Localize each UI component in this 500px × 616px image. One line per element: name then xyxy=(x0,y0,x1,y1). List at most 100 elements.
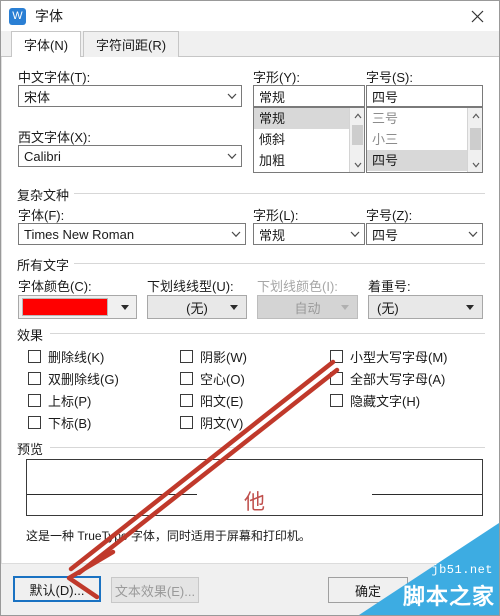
tab-font[interactable]: 字体(N) xyxy=(11,31,82,58)
cs-size-value: 四号 xyxy=(372,227,399,243)
checkbox-label: 隐藏文字(H) xyxy=(350,394,421,409)
cs-style-value: 常规 xyxy=(259,227,286,243)
checkbox-superscript[interactable]: 上标(P) xyxy=(28,391,91,410)
checkbox-label: 阴影(W) xyxy=(200,350,247,365)
font-style-scrollbar[interactable] xyxy=(349,108,364,172)
checkbox-hidden-text[interactable]: 隐藏文字(H) xyxy=(330,391,420,410)
checkbox-subscript[interactable]: 下标(B) xyxy=(28,413,91,432)
preview-sample-text: 他 xyxy=(244,490,265,514)
chevron-down-icon xyxy=(223,86,241,106)
checkbox-engrave[interactable]: 阴文(V) xyxy=(180,413,243,432)
chinese-font-combo[interactable]: 宋体 xyxy=(18,85,242,107)
underline-color-value: 自动 xyxy=(294,300,321,316)
list-item[interactable]: 加粗 xyxy=(254,150,364,171)
group-divider xyxy=(74,263,485,264)
dialog-button-bar: 默认(D)... 文本效果(E)... 确定 xyxy=(1,563,499,615)
font-style-listbox[interactable]: 常规 倾斜 加粗 xyxy=(253,107,365,173)
cs-size-label: 字号(Z): xyxy=(366,208,413,223)
preview-box: 他 xyxy=(26,459,483,516)
checkbox-all-caps[interactable]: 全部大写字母(A) xyxy=(330,369,445,388)
underline-color-dropdown: 自动 xyxy=(257,295,358,319)
emphasis-mark-dropdown[interactable]: (无) xyxy=(368,295,483,319)
font-dialog: 字体 字体(N) 字符间距(R) 中文字体(T): 宋体 西文字体(X): xyxy=(0,0,500,616)
tab-font-label: 字体(N) xyxy=(24,38,69,53)
text-effects-button-label: 文本效果(E)... xyxy=(114,583,196,599)
window-title: 字体 xyxy=(35,8,63,24)
list-item[interactable]: 常规 xyxy=(254,108,364,129)
latin-font-combo[interactable]: Calibri xyxy=(18,145,242,167)
checkbox-label: 全部大写字母(A) xyxy=(350,372,446,387)
underline-style-value: (无) xyxy=(186,300,208,316)
checkbox-label: 小型大写字母(M) xyxy=(350,350,448,365)
checkbox-small-caps[interactable]: 小型大写字母(M) xyxy=(330,347,448,366)
emphasis-mark-label: 着重号: xyxy=(368,279,411,294)
chinese-font-label: 中文字体(T): xyxy=(18,70,91,85)
underline-style-label: 下划线线型(U): xyxy=(147,279,234,294)
checkbox-double-strikethrough[interactable]: 双删除线(G) xyxy=(28,369,119,388)
checkbox-label: 阴文(V) xyxy=(200,416,244,431)
checkbox-label: 空心(O) xyxy=(200,372,245,387)
cs-style-label: 字形(L): xyxy=(253,208,299,223)
cs-font-combo[interactable]: Times New Roman xyxy=(18,223,246,245)
checkbox-label: 删除线(K) xyxy=(48,350,105,365)
scroll-thumb[interactable] xyxy=(352,125,363,145)
group-divider xyxy=(50,333,485,334)
checkbox-icon xyxy=(28,394,41,407)
wps-writer-icon xyxy=(9,7,26,25)
complex-script-group-title: 复杂文种 xyxy=(17,185,74,204)
emphasis-mark-value: (无) xyxy=(377,300,399,316)
ok-button[interactable]: 确定 xyxy=(328,577,408,603)
list-item[interactable]: 四号 xyxy=(367,150,482,171)
font-color-label: 字体颜色(C): xyxy=(18,279,92,294)
close-icon[interactable] xyxy=(455,1,499,31)
underline-color-label: 下划线颜色(I): xyxy=(257,279,338,294)
checkbox-strikethrough[interactable]: 删除线(K) xyxy=(28,347,104,366)
cs-font-value: Times New Roman xyxy=(24,226,135,242)
font-style-value: 常规 xyxy=(259,89,286,105)
scroll-down-icon[interactable] xyxy=(350,157,364,172)
list-item[interactable]: 倾斜 xyxy=(254,129,364,150)
underline-style-dropdown[interactable]: (无) xyxy=(147,295,247,319)
font-color-swatch xyxy=(22,298,108,316)
chevron-down-icon xyxy=(223,146,241,166)
checkbox-icon xyxy=(330,372,343,385)
checkbox-icon xyxy=(180,372,193,385)
group-divider xyxy=(50,447,485,448)
cs-style-combo[interactable]: 常规 xyxy=(253,223,365,245)
font-size-scrollbar[interactable] xyxy=(467,108,482,172)
latin-font-value: Calibri xyxy=(24,148,61,164)
checkbox-emboss[interactable]: 阳文(E) xyxy=(180,391,243,410)
chevron-down-icon xyxy=(121,305,129,310)
list-item[interactable]: 小三 xyxy=(367,129,482,150)
checkbox-label: 阳文(E) xyxy=(200,394,244,409)
ok-button-label: 确定 xyxy=(354,583,381,599)
checkbox-shadow[interactable]: 阴影(W) xyxy=(180,347,247,366)
cs-size-combo[interactable]: 四号 xyxy=(366,223,483,245)
checkbox-icon xyxy=(180,394,193,407)
checkbox-outline[interactable]: 空心(O) xyxy=(180,369,245,388)
chevron-down-icon xyxy=(341,305,349,310)
group-divider xyxy=(74,193,485,194)
chevron-down-icon xyxy=(464,224,482,244)
checkbox-icon xyxy=(330,394,343,407)
title-bar: 字体 xyxy=(1,1,499,31)
font-size-input[interactable]: 四号 xyxy=(366,85,483,107)
default-button[interactable]: 默认(D)... xyxy=(13,576,101,602)
list-item[interactable]: 三号 xyxy=(367,108,482,129)
tab-character-spacing[interactable]: 字符间距(R) xyxy=(83,31,180,57)
scroll-down-icon[interactable] xyxy=(468,157,482,172)
font-size-listbox[interactable]: 三号 小三 四号 xyxy=(366,107,483,173)
scroll-thumb[interactable] xyxy=(470,128,481,150)
chevron-down-icon xyxy=(227,224,245,244)
font-style-input[interactable]: 常规 xyxy=(253,85,365,107)
tab-strip: 字体(N) 字符间距(R) xyxy=(1,31,499,58)
font-size-value: 四号 xyxy=(372,89,399,105)
font-color-picker[interactable] xyxy=(18,295,137,319)
checkbox-icon xyxy=(180,350,193,363)
chevron-down-icon xyxy=(466,305,474,310)
scroll-up-icon[interactable] xyxy=(350,108,364,123)
effects-group-title: 效果 xyxy=(17,325,48,344)
all-text-group-title: 所有文字 xyxy=(17,255,74,274)
scroll-up-icon[interactable] xyxy=(468,108,482,123)
tab-character-spacing-label: 字符间距(R) xyxy=(96,38,167,53)
